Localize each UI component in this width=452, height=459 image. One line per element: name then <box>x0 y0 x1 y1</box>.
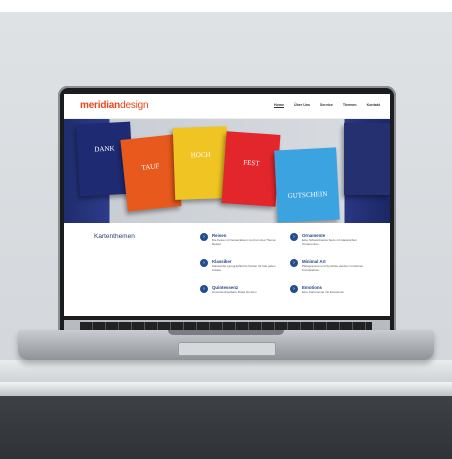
hero-card-gutschein: GUTSCHEIN <box>274 147 340 223</box>
theme-desc: Piktogramme und Symbole werden zu kleine… <box>302 264 364 272</box>
arrow-right-icon: › <box>290 259 298 267</box>
theme-desc: Klassische typographische Karten für fas… <box>212 264 276 272</box>
hero-card-gutschein-label: GUTSCHEIN <box>287 189 328 201</box>
theme-desc: Die beste mit Gestecktsum rund um des Th… <box>212 238 276 246</box>
site-header: meridiandesign Home Über Uns Service The… <box>64 94 390 119</box>
nav-service[interactable]: Service <box>320 103 333 108</box>
hero-banner: DANK TAUF HOCH FEST GUTSCHEIN <box>64 119 390 223</box>
shelf-edge <box>0 382 452 396</box>
arrow-right-icon: › <box>200 285 208 293</box>
laptop-screen: meridiandesign Home Über Uns Service The… <box>64 94 390 316</box>
theme-desc: Eine Schwarzweiss Serie mit klassischen … <box>302 238 357 246</box>
hero-card-tauf-label: TAUF <box>141 162 160 172</box>
hero-card-hoch: HOCH <box>172 126 230 200</box>
arrow-right-icon: › <box>290 233 298 241</box>
arrow-right-icon: › <box>200 259 208 267</box>
section-title: Kartenthemen <box>94 233 135 240</box>
theme-desc: Unverwechselbare Zitate bis dem <box>212 290 257 294</box>
hero-card-dark <box>344 123 390 195</box>
laptop-lid: meridiandesign Home Über Uns Service The… <box>58 86 396 332</box>
nav-themen[interactable]: Themen <box>343 103 357 108</box>
trackpad <box>178 342 276 356</box>
hero-card-hoch-label: HOCH <box>190 150 211 160</box>
logo-bold-text: meridian <box>80 100 121 111</box>
theme-desc: Eine Kartenserie mit Emotionen <box>302 290 345 294</box>
hero-card-fest: FEST <box>221 131 281 207</box>
floor <box>0 396 452 459</box>
nav-kontakt[interactable]: Kontakt <box>367 103 380 108</box>
site-logo[interactable]: meridiandesign <box>80 100 149 111</box>
arrow-right-icon: › <box>290 285 298 293</box>
arrow-right-icon: › <box>200 233 208 241</box>
themes-section: Kartenthemen › Reisen Die beste mit Gest… <box>64 223 390 316</box>
shelf-surface <box>0 360 452 382</box>
base-lip <box>168 330 284 335</box>
hero-card-fest-label: FEST <box>242 158 260 168</box>
nav-home[interactable]: Home <box>274 103 285 108</box>
main-nav: Home Über Uns Service Themen Kontakt <box>274 103 380 108</box>
nav-ueber-uns[interactable]: Über Uns <box>294 103 310 108</box>
logo-light-text: design <box>120 100 149 111</box>
